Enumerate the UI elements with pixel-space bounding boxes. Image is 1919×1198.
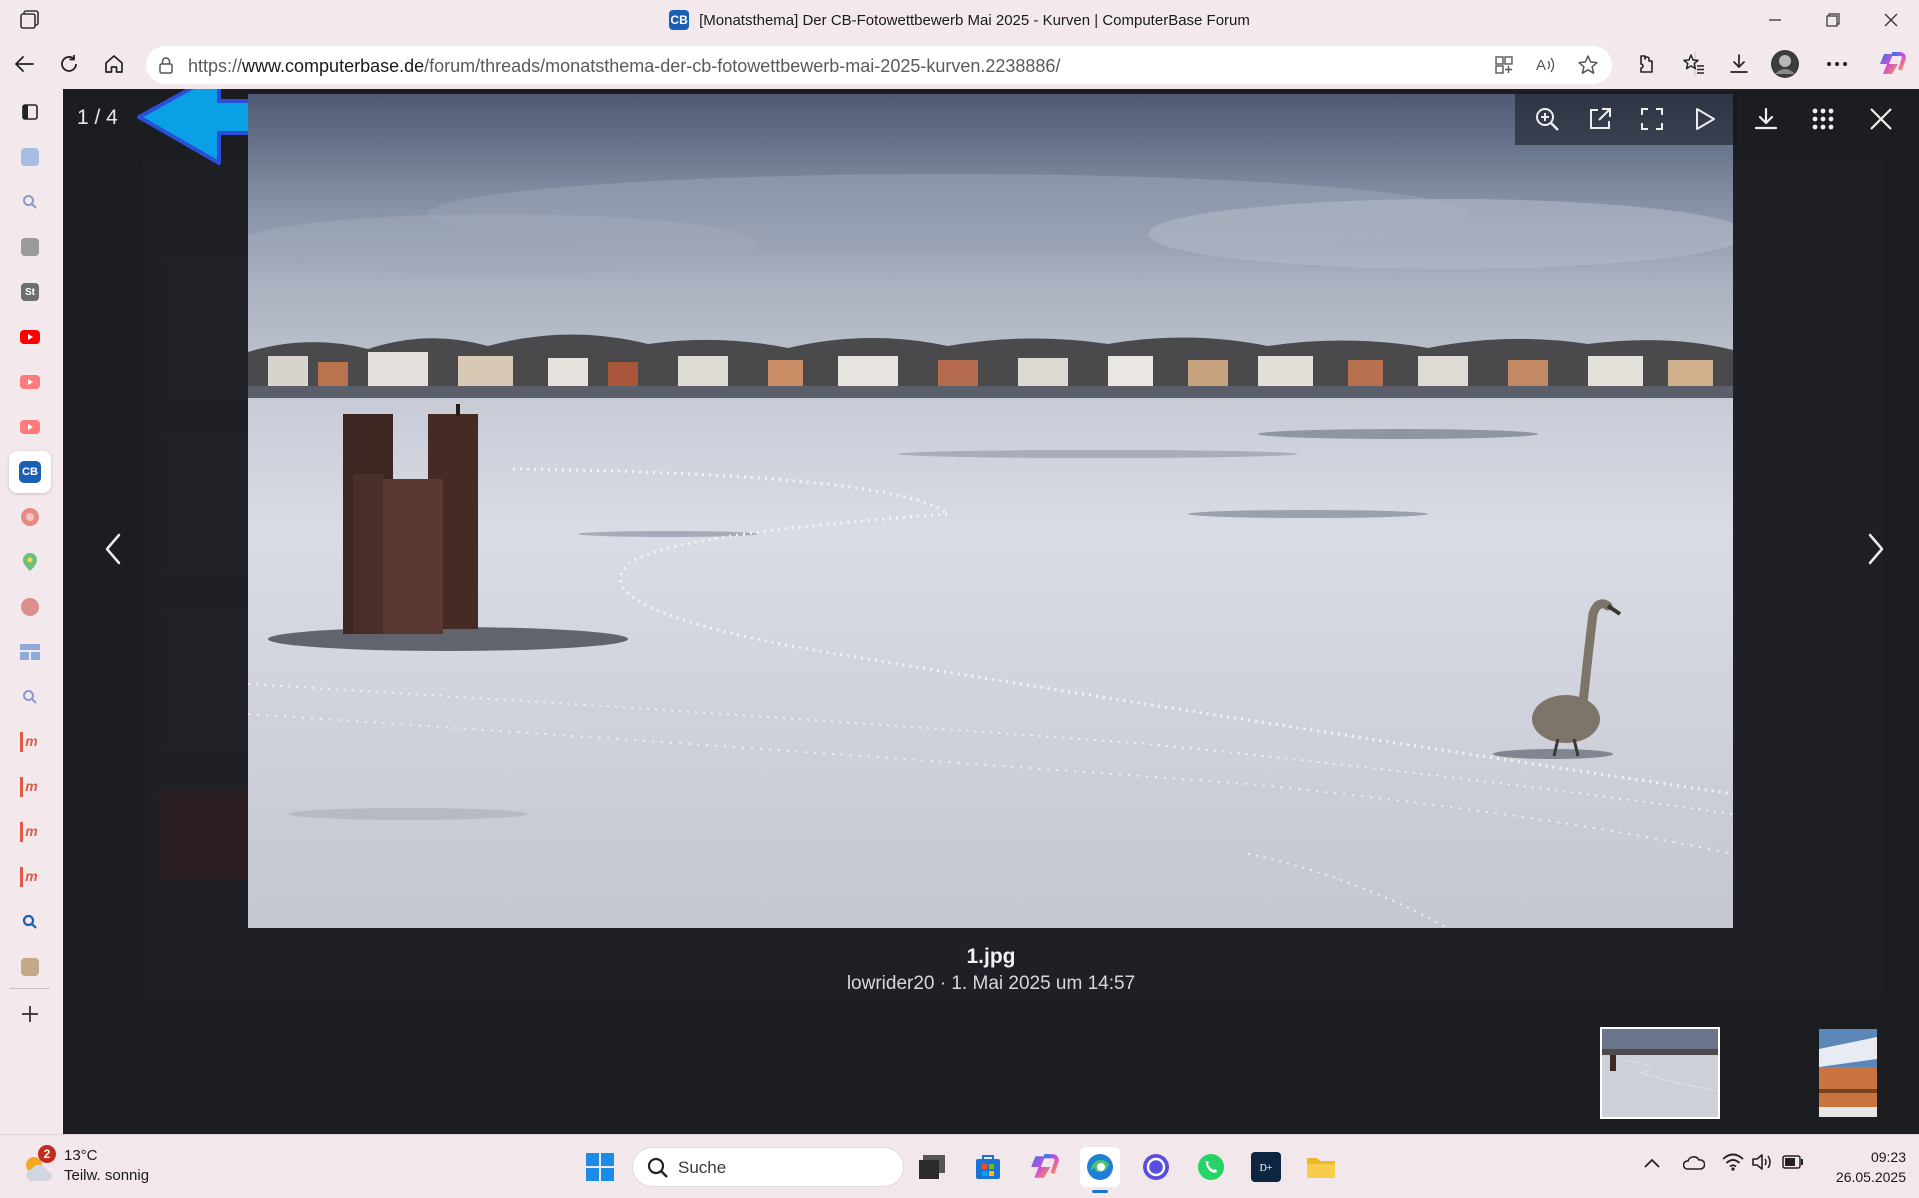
messenger-icon[interactable] xyxy=(1136,1147,1176,1187)
app-brown-icon[interactable] xyxy=(12,949,48,985)
windows-taskbar: 2 13°C Teilw. sonnig Suche D+ 09:23 26.0… xyxy=(0,1134,1919,1198)
next-image-button[interactable] xyxy=(1856,529,1896,569)
fullscreen-icon[interactable] xyxy=(1630,97,1674,141)
battery-icon[interactable] xyxy=(1782,1155,1804,1169)
favorite-star-icon[interactable] xyxy=(1574,51,1602,79)
folder-icon[interactable] xyxy=(1301,1147,1341,1187)
image-author-date: lowrider20 · 1. Mai 2025 um 14:57 xyxy=(846,973,1136,994)
favorites-icon[interactable] xyxy=(1678,48,1710,80)
slideshow-play-icon[interactable] xyxy=(1683,97,1727,141)
edge-icon[interactable] xyxy=(1080,1147,1120,1193)
browser-toolbar: https://www.computerbase.de/forum/thread… xyxy=(0,40,1919,88)
extensions-icon[interactable] xyxy=(1628,48,1660,80)
onedrive-icon[interactable] xyxy=(1683,1155,1705,1171)
search-label: Suche xyxy=(678,1158,727,1177)
tab-favicon: CB xyxy=(669,10,690,30)
lock-icon[interactable] xyxy=(156,55,176,75)
maps-icon[interactable] xyxy=(12,544,48,580)
app-blue-icon[interactable] xyxy=(12,634,48,670)
clock-time: 09:23 xyxy=(1870,1149,1906,1165)
m-app-icon[interactable]: m xyxy=(12,724,48,760)
close-icon[interactable] xyxy=(1859,97,1903,141)
disney-plus-icon[interactable]: D+ xyxy=(1246,1147,1286,1187)
svg-text:A: A xyxy=(1536,57,1546,74)
chrome-like-icon[interactable] xyxy=(12,499,48,535)
m-app-icon-4[interactable]: m xyxy=(12,859,48,895)
image-filename: 1.jpg xyxy=(966,945,1016,968)
store-icon[interactable] xyxy=(968,1147,1008,1187)
weather-condition: Teilw. sonnig xyxy=(64,1167,150,1184)
app-red-icon[interactable] xyxy=(12,589,48,625)
profile-avatar[interactable] xyxy=(1769,48,1801,80)
image-lightbox: 1 / 4 1.jpg lowrider20 · 1. Mai 2025 um … xyxy=(63,89,1919,1134)
read-aloud-icon[interactable]: A xyxy=(1532,51,1560,79)
app-available-icon[interactable] xyxy=(1490,51,1518,79)
back-icon[interactable] xyxy=(8,48,40,80)
previous-image-button[interactable] xyxy=(93,529,133,569)
clock-date: 26.05.2025 xyxy=(1835,1169,1906,1185)
more-icon[interactable] xyxy=(1821,48,1853,80)
title-bar: CB [Monatsthema] Der CB-Fotowettbewerb M… xyxy=(0,0,1919,40)
url-text[interactable]: https://www.computerbase.de/forum/thread… xyxy=(188,56,1060,77)
edge-sidebar: St CB m m m m xyxy=(0,88,62,1134)
download-icon[interactable] xyxy=(1744,97,1788,141)
computerbase-icon[interactable]: CB xyxy=(9,451,51,493)
restore-button[interactable] xyxy=(1805,0,1861,40)
thumbnail-1[interactable] xyxy=(1600,1027,1720,1119)
volume-icon[interactable] xyxy=(1751,1153,1773,1171)
search-icon[interactable] xyxy=(12,184,48,220)
svg-text:D+: D+ xyxy=(1260,1163,1273,1174)
whatsapp-icon[interactable] xyxy=(1191,1147,1231,1187)
weather-badge: 2 xyxy=(38,1145,56,1163)
close-window-button[interactable] xyxy=(1863,0,1919,40)
app-grey-icon[interactable] xyxy=(12,229,48,265)
search-icon-2[interactable] xyxy=(12,679,48,715)
window-title: [Monatsthema] Der CB-Fotowettbewerb Mai … xyxy=(699,11,1250,29)
tab-actions-icon[interactable] xyxy=(12,94,48,130)
youtube-icon-3[interactable] xyxy=(12,409,48,445)
start-icon[interactable] xyxy=(580,1147,620,1187)
taskbar-search[interactable]: Suche xyxy=(632,1147,904,1187)
home-icon[interactable] xyxy=(98,48,130,80)
wifi-icon[interactable] xyxy=(1722,1153,1744,1171)
copilot-icon[interactable] xyxy=(1876,48,1908,80)
m-app-icon-2[interactable]: m xyxy=(12,769,48,805)
thumbnail-2[interactable] xyxy=(1819,1029,1877,1117)
copilot-app-icon[interactable] xyxy=(1024,1147,1064,1187)
zoom-in-icon[interactable] xyxy=(1525,97,1569,141)
sidebar-divider xyxy=(10,988,50,989)
weather-widget[interactable]: 2 13°C Teilw. sonnig xyxy=(20,1145,180,1189)
add-icon[interactable] xyxy=(12,996,48,1032)
st-app-icon[interactable]: St xyxy=(12,274,48,310)
file-explorer-app-icon[interactable] xyxy=(912,1147,952,1187)
lightbox-image[interactable] xyxy=(248,94,1733,928)
open-external-icon[interactable] xyxy=(1578,97,1622,141)
lightbox-toolbar xyxy=(1515,93,1737,145)
weather-temp: 13°C xyxy=(64,1147,98,1164)
translator-icon[interactable] xyxy=(12,139,48,175)
m-app-icon-3[interactable]: m xyxy=(12,814,48,850)
reload-icon[interactable] xyxy=(53,48,85,80)
youtube-icon-2[interactable] xyxy=(12,364,48,400)
system-clock[interactable]: 09:23 26.05.2025 xyxy=(1816,1147,1906,1187)
minimize-button[interactable] xyxy=(1747,0,1803,40)
image-counter: 1 / 4 xyxy=(77,106,118,129)
tray-chevron-up-icon[interactable] xyxy=(1643,1157,1661,1169)
search-icon-3[interactable] xyxy=(12,904,48,940)
address-bar[interactable]: https://www.computerbase.de/forum/thread… xyxy=(146,46,1612,84)
search-icon xyxy=(647,1157,669,1179)
youtube-icon[interactable] xyxy=(12,319,48,355)
downloads-icon[interactable] xyxy=(1723,48,1755,80)
grid-icon[interactable] xyxy=(1801,97,1845,141)
